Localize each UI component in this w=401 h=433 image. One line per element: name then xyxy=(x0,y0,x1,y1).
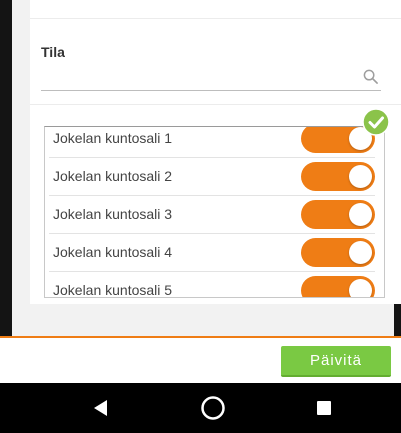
toggle-switch[interactable] xyxy=(301,276,375,297)
toggle-switch[interactable] xyxy=(301,200,375,229)
list-item-label: Jokelan kuntosali 5 xyxy=(53,282,173,298)
list-item-label: Jokelan kuntosali 3 xyxy=(53,206,173,222)
device-frame-left xyxy=(0,0,12,383)
update-button[interactable]: Päivitä xyxy=(281,346,391,377)
home-circle-icon xyxy=(201,396,225,420)
toggle-switch[interactable] xyxy=(301,238,375,267)
list-item-label: Jokelan kuntosali 1 xyxy=(53,130,173,146)
list-item: Jokelan kuntosali 2 xyxy=(49,158,375,196)
field-label-tila: Tila xyxy=(41,44,65,60)
list-item: Jokelan kuntosali 4 xyxy=(49,234,375,272)
list-item: Jokelan kuntosali 3 xyxy=(49,196,375,234)
room-list[interactable]: Jokelan kuntosali 1 Jokelan kuntosali 2 … xyxy=(44,126,385,298)
recents-square-icon xyxy=(317,401,331,415)
android-nav-bar xyxy=(0,383,401,433)
back-triangle-icon xyxy=(94,400,107,416)
search-icon[interactable] xyxy=(363,69,378,84)
divider xyxy=(30,18,401,19)
home-button[interactable] xyxy=(183,383,243,433)
check-circle-icon xyxy=(362,108,390,136)
list-item-label: Jokelan kuntosali 2 xyxy=(53,168,173,184)
toggle-switch[interactable] xyxy=(301,162,375,191)
toggle-knob xyxy=(349,279,372,297)
toggle-knob xyxy=(349,165,372,188)
back-button[interactable] xyxy=(71,383,131,433)
list-item-label: Jokelan kuntosali 4 xyxy=(53,244,173,260)
list-item: Jokelan kuntosali 5 xyxy=(49,272,375,298)
toggle-knob xyxy=(349,241,372,264)
toggle-knob xyxy=(349,203,372,226)
divider xyxy=(30,104,401,105)
recents-button[interactable] xyxy=(294,383,354,433)
form-card: Tila Jokelan kuntosali 1 Jokelan kuntosa… xyxy=(30,0,401,304)
search-input[interactable] xyxy=(41,66,381,91)
list-item: Jokelan kuntosali 1 xyxy=(49,127,375,158)
